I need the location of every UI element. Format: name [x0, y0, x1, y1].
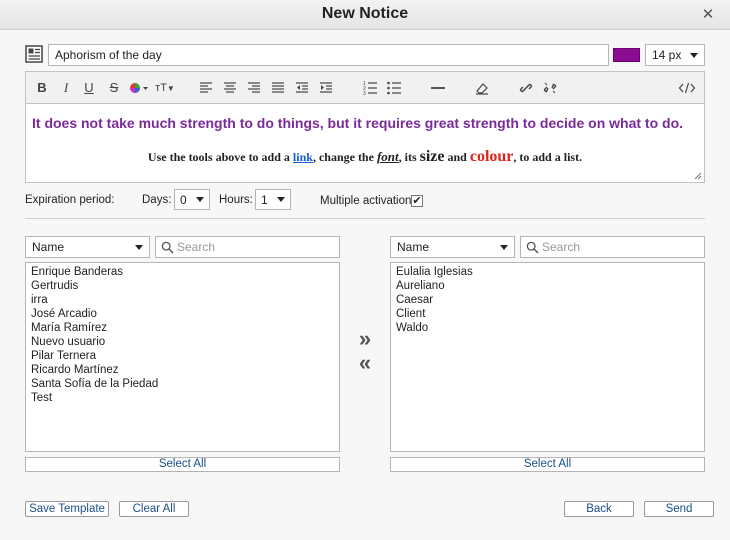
multiple-activation-label: Multiple activation: [320, 195, 415, 207]
list-item[interactable]: Caesar [396, 293, 699, 307]
color-wheel-button[interactable] [128, 80, 150, 96]
instruction-part-5: , to add a list. [513, 150, 583, 164]
list-item[interactable]: Client [396, 307, 699, 321]
list-item[interactable]: Enrique Banderas [31, 265, 334, 279]
align-left-icon[interactable] [198, 80, 214, 96]
hours-label: Hours: [219, 194, 253, 206]
align-center-icon[interactable] [222, 80, 238, 96]
save-template-button[interactable]: Save Template [25, 501, 109, 517]
list-item[interactable]: José Arcadio [31, 307, 334, 321]
chevron-down-icon [135, 245, 143, 250]
link-icon[interactable] [518, 80, 534, 96]
hours-select[interactable]: 1 [255, 189, 291, 210]
available-users-list[interactable]: Enrique Banderas Gertrudis irra José Arcadi… [25, 262, 340, 452]
text-color-picker[interactable] [613, 48, 640, 62]
back-button[interactable]: Back [564, 501, 634, 517]
text-size-button[interactable]: тT▼ [154, 80, 176, 96]
instruction-part-2: , change the [312, 150, 377, 164]
left-sort-value: Name [32, 240, 65, 254]
chevron-down-icon [690, 53, 698, 58]
right-sort-value: Name [397, 240, 430, 254]
chevron-down-icon [196, 197, 204, 202]
bold-button[interactable]: B [36, 80, 48, 96]
right-search-input[interactable]: Search [520, 236, 705, 258]
sample-colour: colour [469, 148, 514, 165]
search-icon [526, 241, 539, 254]
add-selected-button[interactable]: » [355, 328, 375, 350]
sample-size: size [419, 148, 445, 165]
instruction-part-3: , its [398, 150, 420, 164]
font-size-value: 14 px [652, 48, 682, 62]
align-right-icon[interactable] [246, 80, 262, 96]
bulleted-list-icon[interactable] [386, 80, 402, 96]
list-item[interactable]: Ricardo Martínez [31, 363, 334, 377]
list-item[interactable]: Eulalia Iglesias [396, 265, 699, 279]
list-item[interactable]: Nuevo usuario [31, 335, 334, 349]
strikethrough-button[interactable]: S [108, 80, 120, 96]
quote-text: It does not take much strength to do thi… [32, 115, 684, 131]
resize-grip-icon[interactable] [694, 172, 702, 180]
chevron-down-icon: ▼ [166, 84, 175, 93]
align-justify-icon[interactable] [270, 80, 286, 96]
left-search-placeholder: Search [177, 240, 216, 254]
eraser-icon[interactable] [474, 80, 490, 96]
color-wheel-icon [130, 83, 148, 93]
horizontal-rule-icon[interactable] [430, 80, 446, 96]
list-item[interactable]: Pilar Ternera [31, 349, 334, 363]
expiration-label: Expiration period: [25, 194, 115, 206]
numbered-list-icon[interactable]: 123 [362, 80, 378, 96]
list-item[interactable]: Test [31, 391, 334, 405]
list-item[interactable]: Aureliano [396, 279, 699, 293]
title-bar: New Notice ✕ [0, 0, 730, 30]
instruction-part-1: Use the tools above to add a [147, 150, 293, 164]
days-value: 0 [180, 193, 187, 207]
message-editor[interactable]: It does not take much strength to do thi… [25, 104, 705, 183]
list-item[interactable]: Gertrudis [31, 279, 334, 293]
sample-link[interactable]: link [293, 150, 313, 164]
clear-all-button[interactable]: Clear All [119, 501, 189, 517]
italic-button[interactable]: I [60, 80, 72, 96]
indent-icon[interactable] [318, 80, 334, 96]
right-search-placeholder: Search [542, 240, 581, 254]
chevron-down-icon [500, 245, 508, 250]
list-item[interactable]: irra [31, 293, 334, 307]
remove-selected-button[interactable]: « [355, 352, 375, 374]
unlink-icon[interactable] [542, 80, 558, 96]
right-sort-select[interactable]: Name [390, 236, 515, 258]
hours-value: 1 [261, 193, 268, 207]
section-divider [25, 218, 705, 219]
notice-icon [25, 45, 43, 63]
subject-input[interactable]: Aphorism of the day [48, 44, 609, 66]
editor-toolbar: B I U S тT▼ 123 [25, 71, 705, 104]
source-code-icon[interactable] [678, 80, 696, 96]
outdent-icon[interactable] [294, 80, 310, 96]
instruction-text: Use the tools above to add a link, chang… [26, 148, 704, 166]
left-search-input[interactable]: Search [155, 236, 340, 258]
list-item[interactable]: María Ramírez [31, 321, 334, 335]
days-label: Days: [142, 194, 172, 206]
send-button[interactable]: Send [644, 501, 714, 517]
sample-font: font [376, 149, 399, 164]
search-icon [161, 241, 174, 254]
svg-text:3: 3 [363, 91, 366, 96]
days-select[interactable]: 0 [174, 189, 210, 210]
left-sort-select[interactable]: Name [25, 236, 150, 258]
close-icon[interactable]: ✕ [700, 7, 716, 23]
window-title: New Notice [321, 5, 409, 22]
right-select-all-button[interactable]: Select All [390, 457, 705, 472]
underline-button[interactable]: U [83, 80, 95, 96]
chevron-down-icon [277, 197, 285, 202]
list-item[interactable]: Santa Sofía de la Piedad [31, 377, 334, 391]
multiple-activation-checkbox[interactable]: ✔ [411, 195, 423, 207]
instruction-part-4: and [444, 150, 470, 164]
selected-users-list[interactable]: Eulalia Iglesias Aureliano Caesar Client Wal… [390, 262, 705, 452]
list-item[interactable]: Waldo [396, 321, 699, 335]
left-select-all-button[interactable]: Select All [25, 457, 340, 472]
font-size-select[interactable]: 14 px [645, 44, 705, 66]
text-size-label: тT [155, 82, 167, 94]
